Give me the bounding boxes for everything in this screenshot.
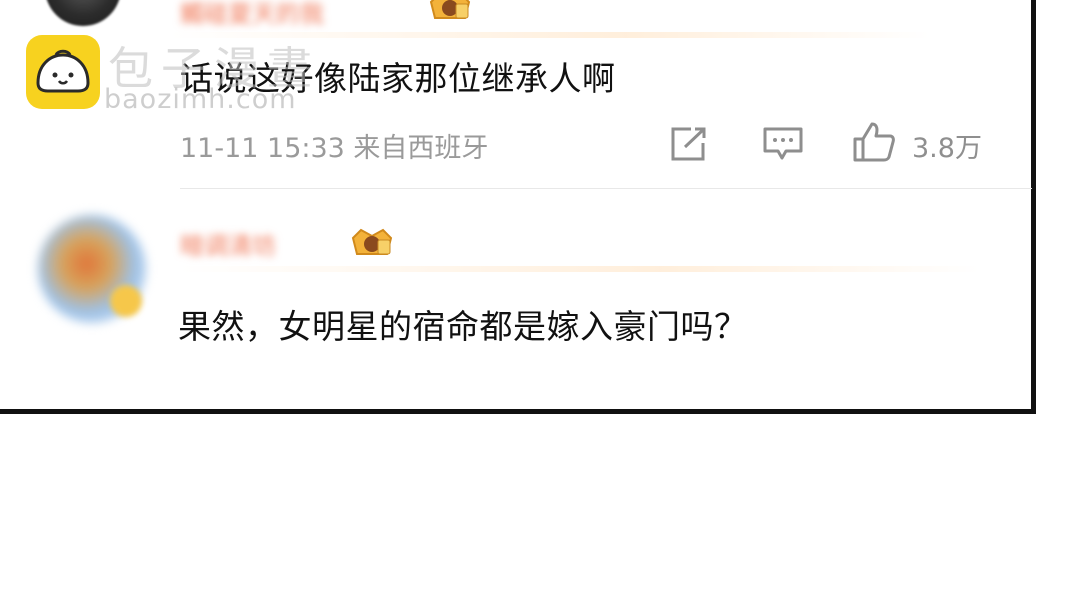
comment-text: 果然，女明星的宿命都是嫁入豪门吗？	[178, 307, 748, 346]
crown-badge-icon	[429, 0, 471, 19]
user-avatar[interactable]	[45, 0, 121, 26]
like-count: 3.8万	[912, 133, 982, 164]
name-highlight	[180, 266, 980, 272]
share-icon[interactable]	[669, 126, 709, 162]
comment-divider	[180, 188, 1032, 189]
username[interactable]: 暗调清坊	[180, 226, 276, 261]
username[interactable]: 觸碰夏天的我	[180, 0, 324, 29]
crown-badge-icon	[351, 228, 393, 255]
bun-logo-icon	[26, 35, 100, 109]
comment-icon[interactable]	[762, 126, 804, 162]
watermark-url: baozimh.com	[104, 84, 297, 115]
avatar-verified-badge	[110, 285, 142, 317]
thumbs-up-icon[interactable]	[852, 121, 896, 163]
comment-time-location: 11-11 15:33 来自西班牙	[180, 133, 489, 164]
